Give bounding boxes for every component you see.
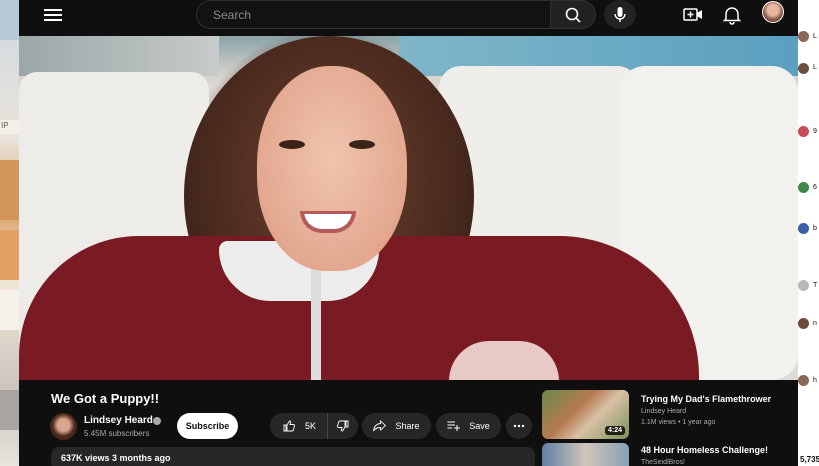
commenter-avatar[interactable] bbox=[798, 31, 809, 42]
subscribe-button[interactable]: Subscribe bbox=[177, 413, 238, 439]
comment-text: b bbox=[813, 225, 817, 232]
suggestion-channel[interactable]: Lindsey Heard bbox=[641, 408, 686, 415]
video-scene bbox=[279, 140, 305, 149]
more-actions-button[interactable] bbox=[506, 413, 532, 439]
desktop-tile bbox=[0, 230, 19, 280]
channel-avatar[interactable] bbox=[50, 413, 77, 440]
menu-icon[interactable] bbox=[44, 6, 62, 22]
search-icon bbox=[565, 7, 581, 23]
video-title: We Got a Puppy!! bbox=[51, 391, 160, 406]
view-count-fragment: 5,735 bbox=[800, 455, 819, 464]
microphone-icon bbox=[614, 7, 626, 22]
suggestion-thumbnail[interactable] bbox=[542, 443, 629, 466]
video-scene bbox=[349, 140, 375, 149]
comment-text: T bbox=[813, 282, 818, 289]
dislike-button[interactable] bbox=[328, 413, 358, 439]
comment-text: L bbox=[813, 64, 817, 71]
commenter-avatar[interactable] bbox=[798, 182, 809, 193]
desktop-tile bbox=[0, 160, 19, 220]
desktop-tile bbox=[0, 0, 19, 40]
search-input[interactable] bbox=[197, 1, 550, 28]
share-label: Share bbox=[395, 421, 420, 431]
commenter-avatar[interactable] bbox=[798, 280, 809, 291]
bell-icon bbox=[722, 7, 742, 25]
masthead bbox=[19, 0, 798, 36]
search-box bbox=[196, 0, 550, 29]
video-scene bbox=[19, 36, 219, 76]
subscriber-count: 5.45M subscribers bbox=[84, 429, 150, 438]
comment-text: 6 bbox=[813, 184, 817, 191]
thumbs-down-icon bbox=[337, 420, 349, 432]
more-horizontal-icon bbox=[513, 424, 525, 428]
desktop-tile bbox=[0, 390, 19, 430]
video-player[interactable] bbox=[19, 36, 798, 380]
suggestion-title[interactable]: Trying My Dad's Flamethrower bbox=[641, 394, 771, 404]
commenter-avatar[interactable] bbox=[798, 375, 809, 386]
commenter-avatar[interactable] bbox=[798, 223, 809, 234]
channel-name[interactable]: Lindsey Heard bbox=[84, 415, 153, 426]
suggestion-thumbnail[interactable]: 4:24 bbox=[542, 390, 629, 439]
add-to-playlist-icon bbox=[447, 421, 461, 431]
share-button[interactable]: Share bbox=[362, 413, 431, 439]
save-button[interactable]: Save bbox=[436, 413, 501, 439]
desktop-tile bbox=[0, 290, 19, 330]
video-duration: 4:24 bbox=[604, 426, 625, 435]
video-scene bbox=[257, 66, 407, 271]
suggestion-meta: 1.1M views • 1 year ago bbox=[641, 419, 716, 426]
comment-text: h bbox=[813, 377, 817, 384]
like-count: 5K bbox=[305, 421, 317, 431]
create-button[interactable] bbox=[681, 3, 705, 27]
video-scene bbox=[311, 261, 321, 380]
verified-icon bbox=[153, 417, 161, 425]
comment-text: L bbox=[813, 33, 817, 40]
desktop-label: IP bbox=[1, 121, 9, 130]
comment-text: 9 bbox=[813, 128, 817, 135]
thumbs-up-icon bbox=[283, 420, 295, 432]
commenter-avatar[interactable] bbox=[798, 63, 809, 74]
account-avatar[interactable] bbox=[762, 1, 784, 23]
save-label: Save bbox=[469, 421, 490, 431]
views-and-date: 637K views 3 months ago bbox=[61, 453, 171, 463]
comments-panel-strip: L L 9 6 b T n h 5,735 bbox=[798, 0, 819, 466]
commenter-avatar[interactable] bbox=[798, 126, 809, 137]
suggestion-title[interactable]: 48 Hour Homeless Challenge! bbox=[641, 445, 768, 455]
comment-text: n bbox=[813, 320, 817, 327]
youtube-watch-page: IP Search We Got a Puppy!! Lindsey Heard… bbox=[0, 0, 819, 466]
like-dislike-group: 5K bbox=[270, 413, 358, 439]
notifications-button[interactable] bbox=[720, 3, 744, 27]
commenter-avatar[interactable] bbox=[798, 318, 809, 329]
desktop-background-strip: IP bbox=[0, 0, 19, 466]
search-button[interactable] bbox=[550, 0, 596, 29]
suggestion-channel[interactable]: TheSeidlBros! bbox=[641, 459, 685, 466]
voice-search-button[interactable] bbox=[604, 0, 636, 29]
create-video-icon bbox=[683, 8, 702, 21]
like-button[interactable]: 5K bbox=[270, 413, 328, 439]
share-icon bbox=[373, 420, 387, 432]
